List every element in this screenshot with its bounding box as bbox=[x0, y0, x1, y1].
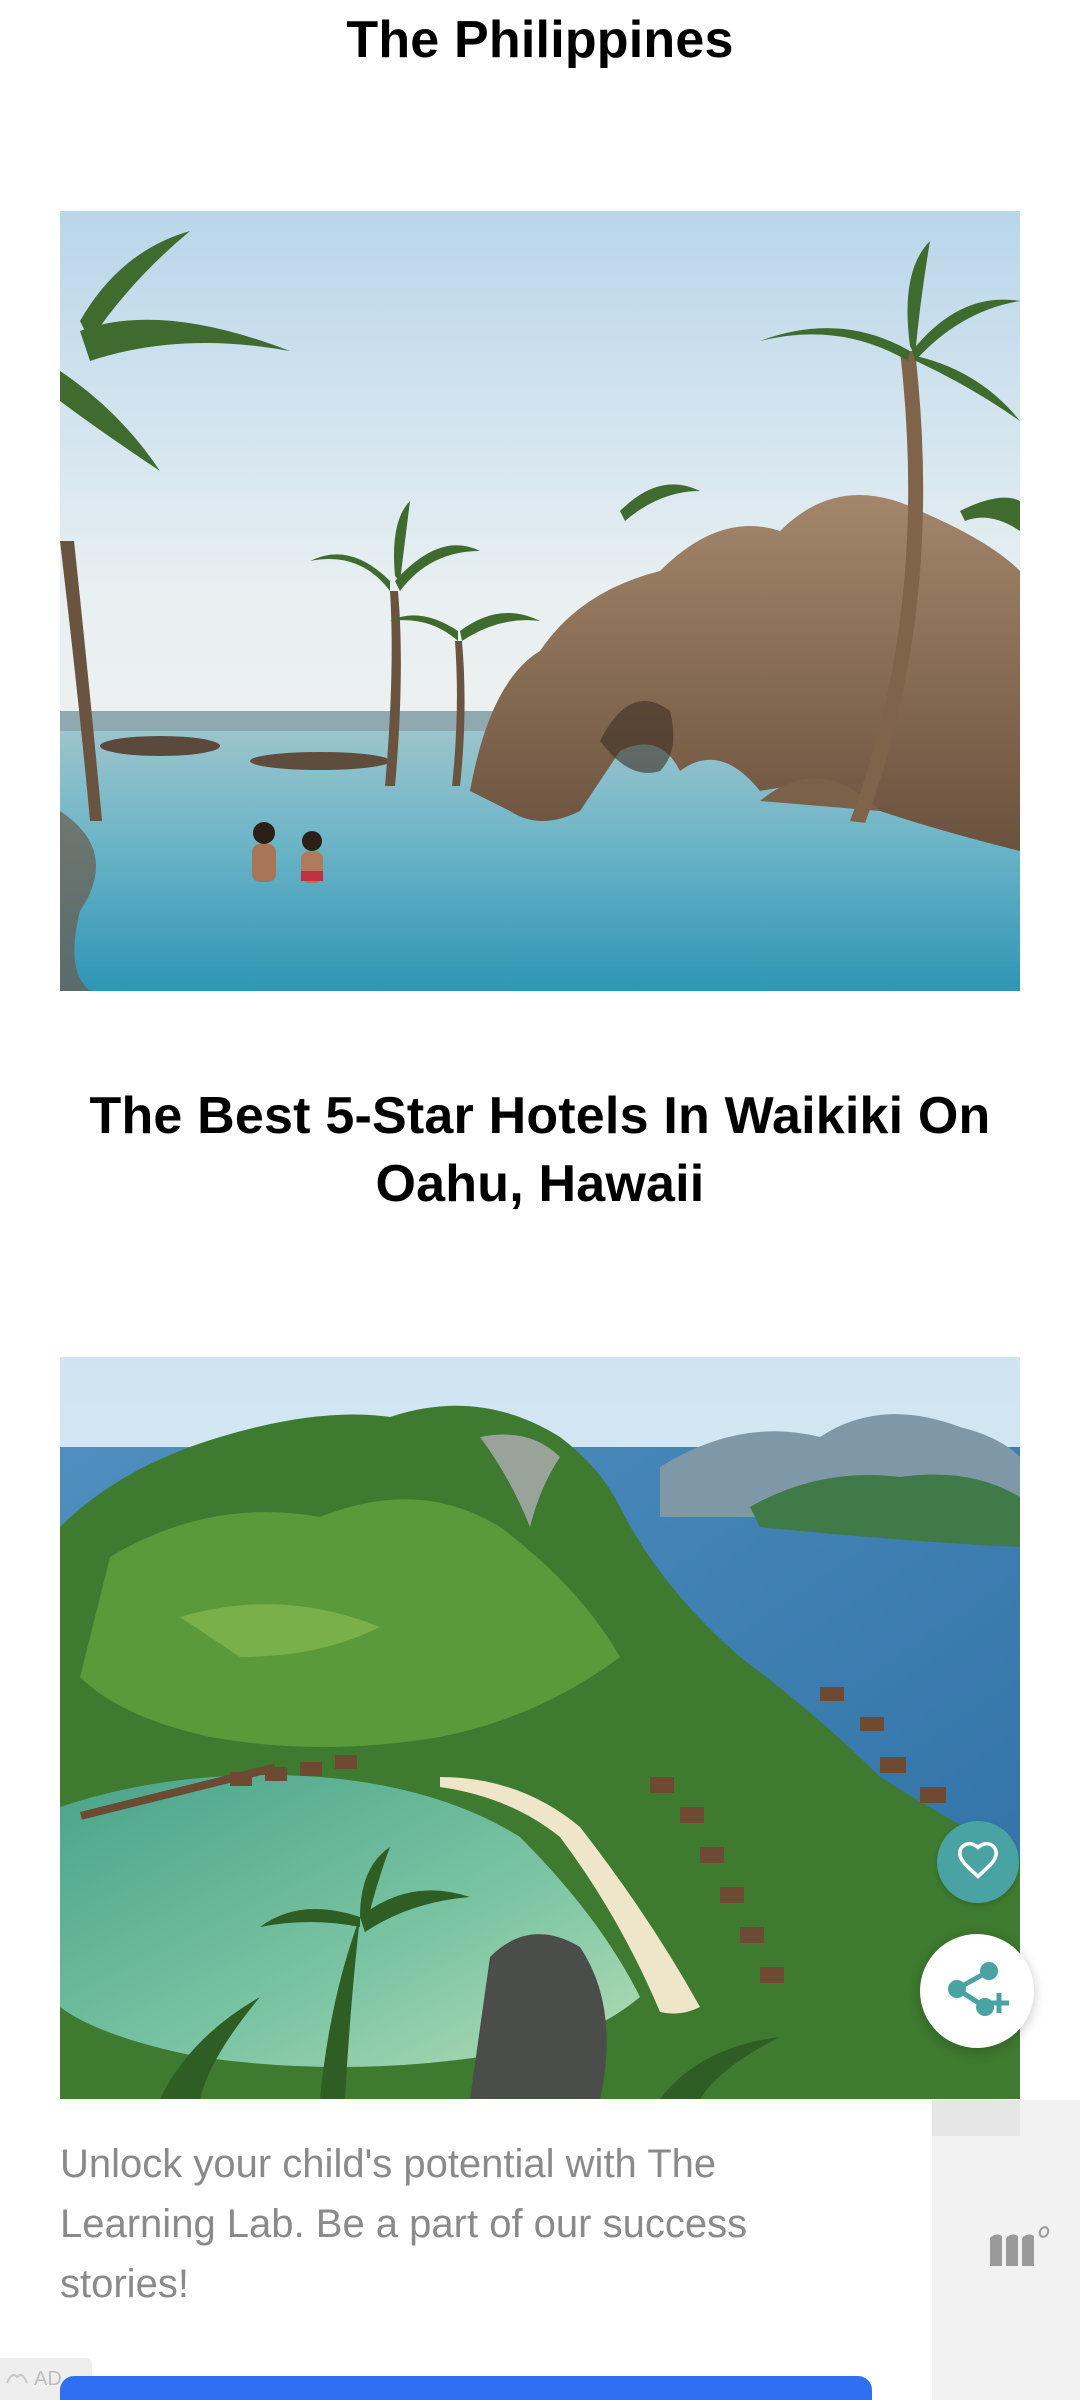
ad-cta-button[interactable] bbox=[60, 2376, 872, 2400]
article-image[interactable] bbox=[60, 1357, 1020, 2099]
ad-badge-label: AD bbox=[34, 2367, 62, 2390]
island-resort-illustration bbox=[60, 1357, 1020, 2099]
article-title[interactable]: The Best 5-Star Hotels In Waikiki On Oah… bbox=[60, 1082, 1020, 1218]
article-image[interactable] bbox=[60, 211, 1020, 991]
share-icon bbox=[945, 1961, 1009, 2022]
article-feed: The Philippines The Best 5-Star Hotels I… bbox=[0, 0, 1080, 2400]
advertiser-logo-icon[interactable] bbox=[988, 2226, 1052, 2270]
like-button[interactable] bbox=[937, 1821, 1019, 1903]
ad-text[interactable]: Unlock your child's potential with The L… bbox=[60, 2134, 860, 2314]
share-button[interactable] bbox=[920, 1934, 1034, 2048]
ad-choices-icon bbox=[6, 2368, 28, 2391]
resort-pool-illustration bbox=[60, 211, 1020, 991]
heart-icon bbox=[956, 1840, 1000, 1885]
ad-logo-panel-top bbox=[932, 2100, 1020, 2136]
article-title[interactable]: The Philippines bbox=[60, 6, 1020, 74]
